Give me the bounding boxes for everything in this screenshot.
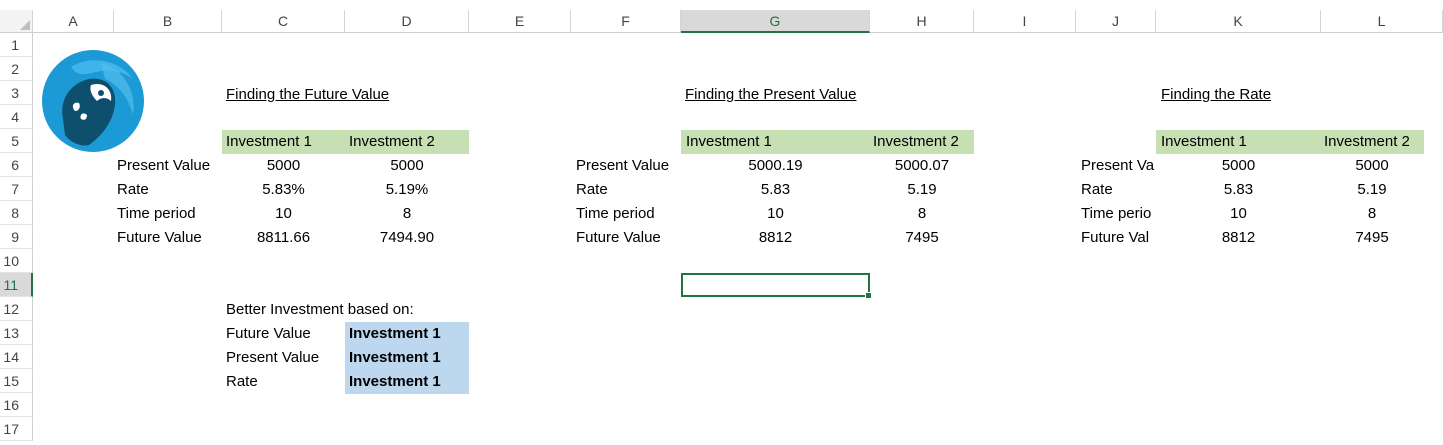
pv-label-rate: Rate	[576, 181, 608, 198]
column-header-b[interactable]: B	[114, 10, 222, 33]
fv-label-present-value: Present Value	[117, 157, 211, 174]
rate-inv1-present-value[interactable]: 5000	[1156, 154, 1321, 178]
fv-label-future-value: Future Value	[117, 229, 202, 246]
pv-label-time-period: Time period	[576, 205, 655, 222]
pv-inv1-future-value[interactable]: 8812	[681, 226, 870, 250]
rate-inv1-time-period[interactable]: 10	[1156, 202, 1321, 226]
active-cell-selection[interactable]	[681, 273, 872, 299]
row-header-1[interactable]: 1	[0, 33, 33, 57]
row-header-14[interactable]: 14	[0, 345, 33, 369]
fv-inv2-future-value[interactable]: 7494.90	[345, 226, 469, 250]
pv-inv2-future-value[interactable]: 7495	[870, 226, 974, 250]
column-header-l[interactable]: L	[1321, 10, 1443, 33]
row-header-3[interactable]: 3	[0, 81, 33, 105]
fv-inv2-time-period[interactable]: 8	[345, 202, 469, 226]
present-value-header-inv1: Investment 1	[686, 133, 772, 150]
better-result-rate[interactable]: Investment 1	[345, 370, 469, 394]
row-header-17[interactable]: 17	[0, 417, 33, 441]
pv-label-present-value: Present Value	[576, 157, 670, 174]
column-header-j[interactable]: J	[1076, 10, 1156, 33]
pv-inv2-rate[interactable]: 5.19	[870, 178, 974, 202]
row-header-9[interactable]: 9	[0, 225, 33, 249]
better-result-present-value[interactable]: Investment 1	[345, 346, 469, 370]
better-label-future-value: Future Value	[226, 325, 311, 342]
pv-inv2-present-value[interactable]: 5000.07	[870, 154, 974, 178]
rate-label-time-period: Time perio	[1081, 205, 1152, 222]
fv-inv2-present-value[interactable]: 5000	[345, 154, 469, 178]
row-header-11[interactable]: 11	[0, 273, 33, 297]
rate-label-present-value: Present Va	[1081, 157, 1155, 174]
pv-inv1-rate[interactable]: 5.83	[681, 178, 870, 202]
fv-label-rate: Rate	[117, 181, 149, 198]
row-header-7[interactable]: 7	[0, 177, 33, 201]
rate-title: Finding the Rate	[1161, 86, 1272, 103]
column-header-i[interactable]: I	[974, 10, 1076, 33]
rate-inv2-time-period[interactable]: 8	[1321, 202, 1423, 226]
row-header-8[interactable]: 8	[0, 201, 33, 225]
column-header-c[interactable]: C	[222, 10, 345, 33]
fv-inv1-present-value[interactable]: 5000	[222, 154, 345, 178]
rate-label-future-value: Future Val	[1081, 229, 1150, 246]
row-header-2[interactable]: 2	[0, 57, 33, 81]
rate-inv2-future-value[interactable]: 7495	[1321, 226, 1423, 250]
column-header-e[interactable]: E	[469, 10, 571, 33]
column-header-d[interactable]: D	[345, 10, 469, 33]
present-value-title: Finding the Present Value	[685, 86, 857, 103]
rate-header-inv1: Investment 1	[1161, 133, 1247, 150]
column-header-g[interactable]: G	[681, 10, 870, 33]
column-header-f[interactable]: F	[571, 10, 681, 33]
row-header-16[interactable]: 16	[0, 393, 33, 417]
row-header-15[interactable]: 15	[0, 369, 33, 393]
column-header-k[interactable]: K	[1156, 10, 1321, 33]
fv-inv1-time-period[interactable]: 10	[222, 202, 345, 226]
better-investment-title: Better Investment based on:	[226, 301, 414, 318]
pv-inv1-present-value[interactable]: 5000.19	[681, 154, 870, 178]
rate-inv2-rate[interactable]: 5.19	[1321, 178, 1423, 202]
row-header-5[interactable]: 5	[0, 129, 33, 153]
spreadsheet-grid[interactable]: A B C D E F G H I J K L 1 2 3 4 5 6 7 8 …	[0, 0, 1443, 445]
rate-inv2-present-value[interactable]: 5000	[1321, 154, 1423, 178]
column-header-a[interactable]: A	[33, 10, 114, 33]
row-header-13[interactable]: 13	[0, 321, 33, 345]
future-value-header-inv1: Investment 1	[226, 133, 312, 150]
present-value-header-inv2: Investment 2	[873, 133, 959, 150]
rate-inv1-rate[interactable]: 5.83	[1156, 178, 1321, 202]
row-header-4[interactable]: 4	[0, 105, 33, 129]
future-value-title: Finding the Future Value	[226, 86, 390, 103]
row-header-10[interactable]: 10	[0, 249, 33, 273]
fv-inv2-rate[interactable]: 5.19%	[345, 178, 469, 202]
row-header-12[interactable]: 12	[0, 297, 33, 321]
future-value-header-inv2: Investment 2	[349, 133, 435, 150]
fv-inv1-future-value[interactable]: 8811.66	[222, 226, 345, 250]
better-label-rate: Rate	[226, 373, 258, 390]
parrot-logo-icon	[42, 50, 144, 152]
pv-inv2-time-period[interactable]: 8	[870, 202, 974, 226]
better-result-future-value[interactable]: Investment 1	[345, 322, 469, 346]
column-header-h[interactable]: H	[870, 10, 974, 33]
pv-inv1-time-period[interactable]: 10	[681, 202, 870, 226]
rate-inv1-future-value[interactable]: 8812	[1156, 226, 1321, 250]
rate-label-rate: Rate	[1081, 181, 1113, 198]
pv-label-future-value: Future Value	[576, 229, 661, 246]
better-label-present-value: Present Value	[226, 349, 320, 366]
row-header-6[interactable]: 6	[0, 153, 33, 177]
rate-header-inv2: Investment 2	[1324, 133, 1410, 150]
select-all-corner[interactable]	[0, 10, 33, 33]
column-headers: A B C D E F G H I J K L	[0, 10, 1443, 33]
fv-label-time-period: Time period	[117, 205, 196, 222]
fv-inv1-rate[interactable]: 5.83%	[222, 178, 345, 202]
